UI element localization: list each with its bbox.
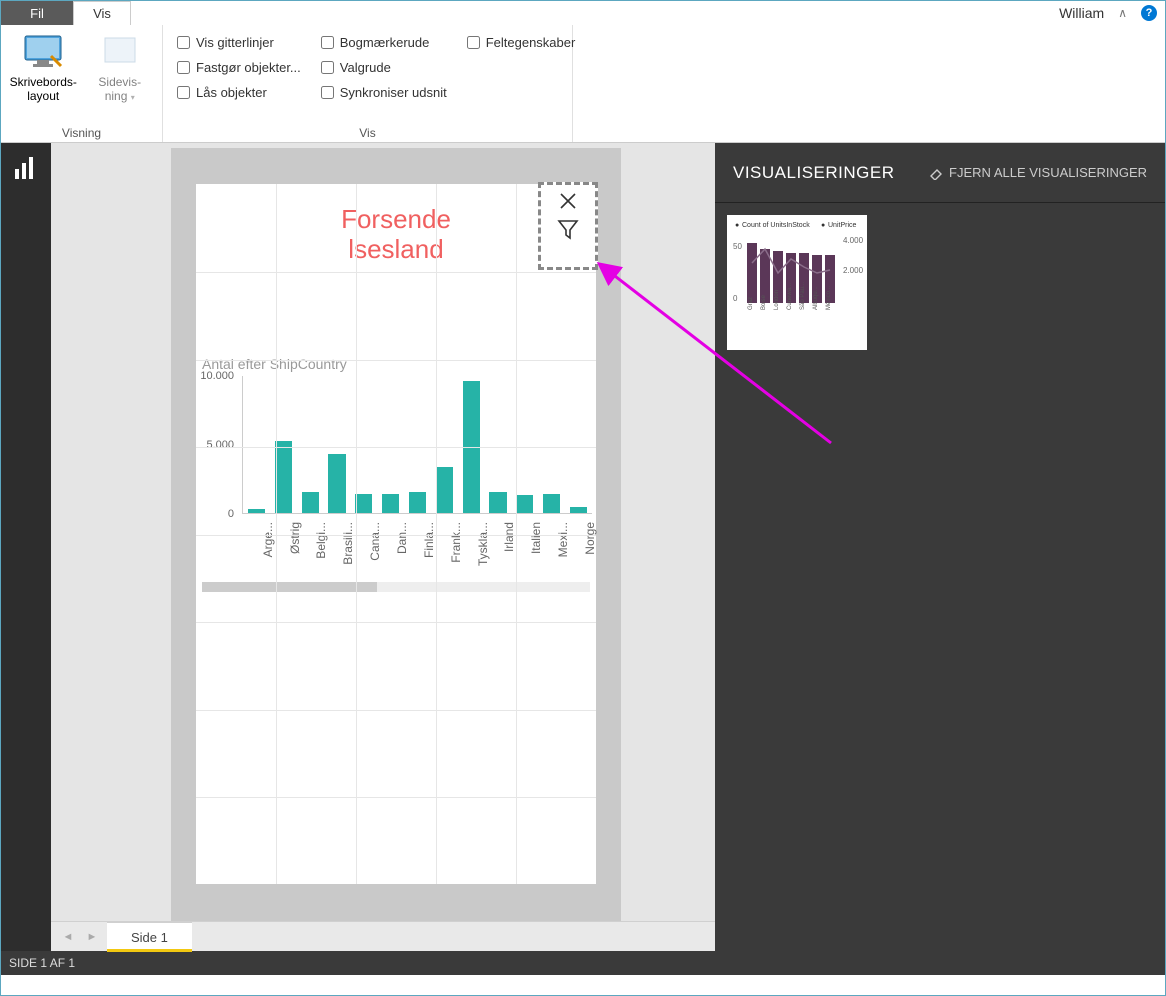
svg-text:●: ● — [821, 222, 825, 229]
report-view-icon[interactable] — [1, 143, 51, 193]
visualizations-title: VISUALISERINGER — [733, 163, 895, 183]
svg-text:Graz: Graz — [748, 297, 754, 310]
visualizations-pane: VISUALISERINGER FJERN ALLE VISUALISERING… — [715, 143, 1165, 951]
page-next[interactable]: ► — [83, 928, 101, 946]
x-tick-label: Dan... — [395, 522, 409, 554]
visual-thumbnail[interactable]: ●Count of UnitsInStock ●UnitPrice 50 0 4… — [727, 215, 867, 350]
thumbnail-chart-icon: ●Count of UnitsInStock ●UnitPrice 50 0 4… — [727, 215, 867, 350]
left-nav — [1, 143, 51, 951]
page-tabs: ◄ ► Side 1 — [51, 921, 715, 951]
title-visual[interactable]: Forsendelsesland — [196, 184, 596, 284]
bar — [302, 492, 319, 513]
svg-text:50: 50 — [733, 242, 742, 251]
collapse-ribbon-icon[interactable]: ∧ — [1118, 6, 1127, 20]
bar — [382, 494, 399, 513]
svg-text:Count of UnitsInStock: Count of UnitsInStock — [742, 222, 810, 229]
check-bookmarks[interactable]: Bogmærkerude — [321, 35, 447, 50]
x-tick-label: Brasili... — [341, 522, 355, 565]
x-tick-label: Østrig — [288, 522, 302, 554]
svg-text:●: ● — [735, 222, 739, 229]
svg-text:Boise: Boise — [761, 294, 767, 310]
chart-title: Antal efter ShipCountry — [196, 356, 596, 372]
svg-text:4.000: 4.000 — [843, 236, 864, 245]
svg-text:London: London — [774, 290, 780, 310]
svg-text:Albuqu...: Albuqu... — [813, 286, 819, 310]
x-tick-label: Tyskla... — [476, 522, 490, 566]
x-tick-label: Norge — [583, 522, 597, 555]
bar — [275, 441, 292, 513]
canvas-pane: Forsendelsesland Antal efter ShipCountry… — [51, 143, 715, 951]
help-icon[interactable]: ? — [1141, 5, 1157, 21]
status-bar: SIDE 1 AF 1 — [1, 951, 1165, 975]
ribbon-group-vis-label: Vis — [167, 124, 568, 142]
eraser-icon — [929, 166, 943, 180]
check-gridlines[interactable]: Vis gitterlinjer — [177, 35, 301, 50]
check-sync-slicers[interactable]: Synkroniser udsnit — [321, 85, 447, 100]
svg-text:0: 0 — [733, 294, 738, 303]
bar — [355, 494, 372, 513]
bar — [328, 454, 345, 513]
bar-chart-visual[interactable]: Antal efter ShipCountry 05.00010.000 Arg… — [196, 356, 596, 556]
svg-text:2.000: 2.000 — [843, 266, 864, 275]
clear-all-visuals-button[interactable]: FJERN ALLE VISUALISERINGER — [929, 165, 1147, 180]
svg-text:São Pau...: São Pau... — [800, 282, 806, 310]
page-tab-1[interactable]: Side 1 — [107, 922, 192, 952]
monitor-icon — [23, 34, 63, 68]
x-tick-label: Italien — [529, 522, 543, 554]
x-tick-label: Finla... — [422, 522, 436, 558]
page-view-button: Sidevis-ning ▾ — [82, 27, 159, 124]
phone-frame: Forsendelsesland Antal efter ShipCountry… — [171, 148, 621, 928]
tab-file[interactable]: Fil — [1, 1, 73, 25]
title-bar: Fil Vis William ∧ ? — [1, 1, 1165, 25]
main-area: Forsendelsesland Antal efter ShipCountry… — [1, 143, 1165, 951]
page-icon — [103, 36, 137, 66]
status-text: SIDE 1 AF 1 — [9, 956, 75, 970]
chart-horizontal-scrollbar[interactable] — [202, 582, 590, 592]
x-tick-label: Mexi... — [556, 522, 570, 557]
tab-view[interactable]: Vis — [73, 1, 131, 25]
bar — [516, 495, 533, 513]
check-lock[interactable]: Lås objekter — [177, 85, 301, 100]
phone-canvas[interactable]: Forsendelsesland Antal efter ShipCountry… — [196, 184, 596, 884]
filter-visual-placeholder[interactable] — [538, 182, 598, 270]
svg-text:UnitPrice: UnitPrice — [828, 222, 857, 229]
svg-text:México...: México... — [826, 286, 832, 310]
funnel-icon — [556, 217, 580, 241]
bar — [436, 467, 453, 513]
user-name[interactable]: William — [1059, 5, 1104, 21]
x-tick-label: Frank... — [449, 522, 463, 563]
bar — [570, 507, 587, 513]
bar — [409, 492, 426, 513]
ribbon-group-view-label: Visning — [5, 124, 158, 142]
bar — [543, 494, 560, 513]
page-prev[interactable]: ◄ — [59, 928, 77, 946]
x-tick-label: Belgi... — [314, 522, 328, 559]
x-tick-label: Cana... — [368, 522, 382, 561]
svg-text:Cunewa...: Cunewa... — [787, 283, 793, 310]
check-selection[interactable]: Valgrude — [321, 60, 447, 75]
x-tick-label: Irland — [502, 522, 516, 552]
ribbon: Skrivebords-layout Sidevis-ning ▾ Visnin… — [1, 25, 1165, 143]
check-snap[interactable]: Fastgør objekter... — [177, 60, 301, 75]
bar — [489, 492, 506, 513]
desktop-layout-button[interactable]: Skrivebords-layout — [5, 27, 82, 124]
x-tick-label: Arge... — [261, 522, 275, 557]
bar — [248, 509, 265, 513]
close-icon[interactable] — [558, 191, 578, 211]
check-field-props[interactable]: Feltegenskaber — [467, 35, 576, 50]
